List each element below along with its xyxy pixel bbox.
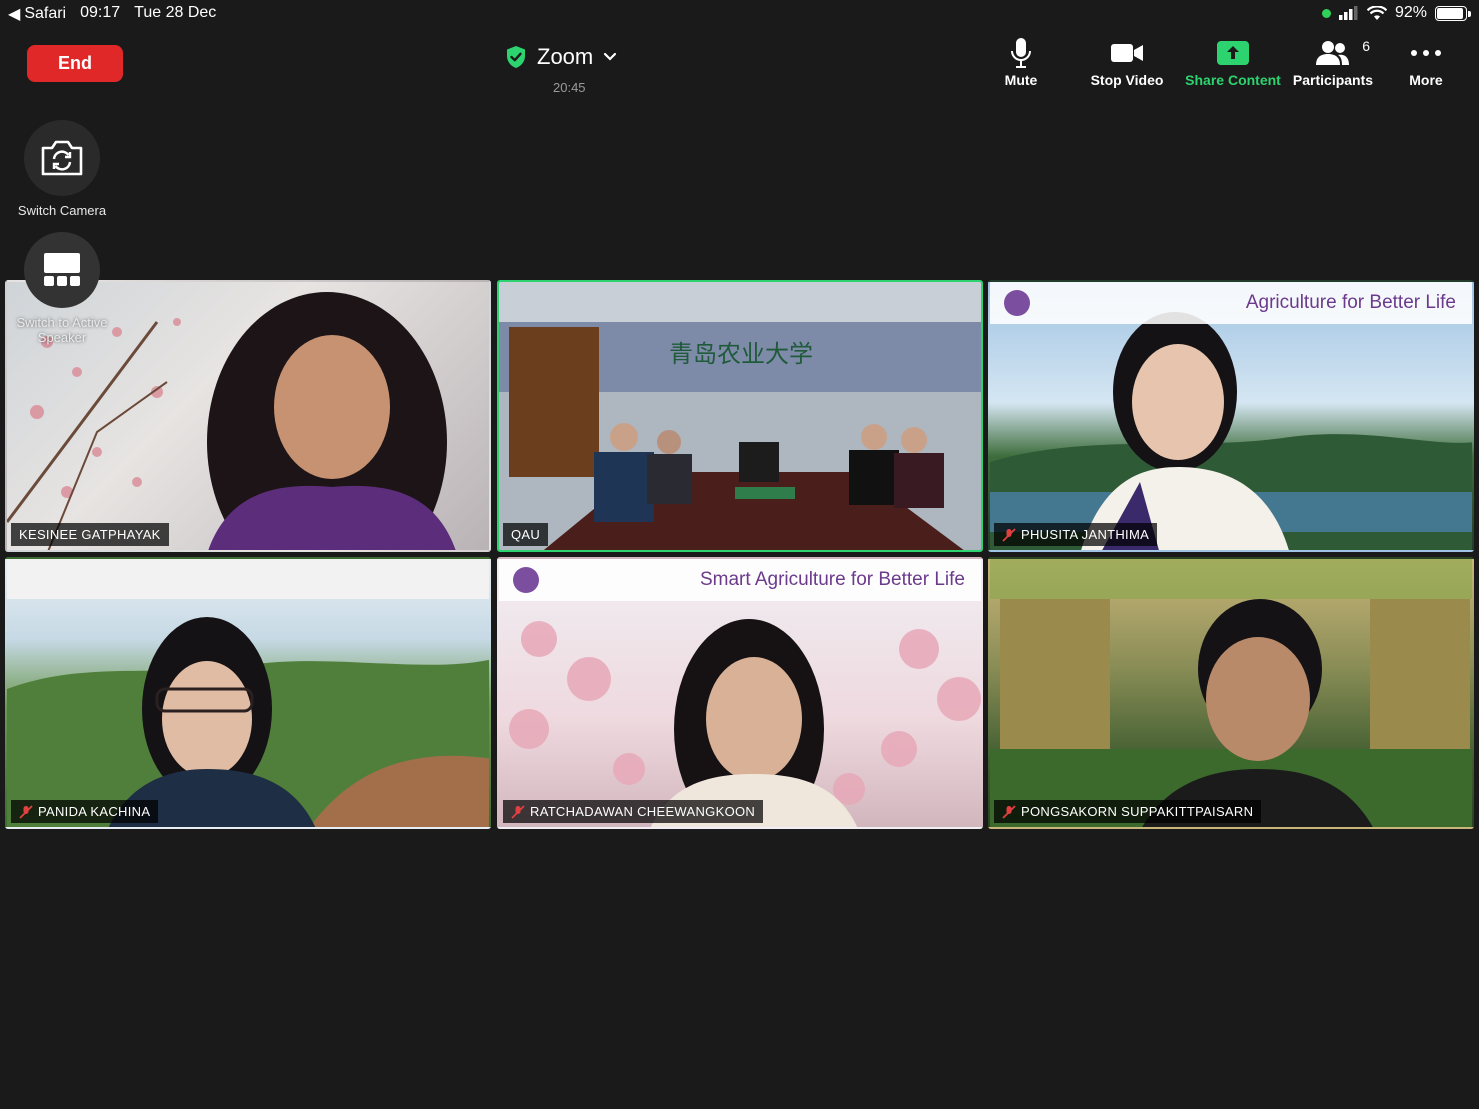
participants-icon: [1316, 41, 1349, 65]
participant-name-tag: QAU: [503, 523, 549, 546]
virtual-background-banner: Smart Agriculture for Better Life: [499, 559, 981, 601]
speaker-view-icon: [44, 253, 80, 286]
participant-name-tag: PHUSITA JANTHIMA: [994, 523, 1158, 546]
video-tile[interactable]: Smart Agriculture for Better Life RATCHA…: [497, 557, 983, 829]
meeting-info[interactable]: Zoom 20:45: [505, 44, 635, 95]
virtual-background-banner: Agriculture for Better Life: [990, 282, 1472, 324]
participant-name-tag: KESINEE GATPHAYAK: [11, 523, 169, 546]
stop-video-label: Stop Video: [1090, 72, 1164, 88]
switch-to-active-speaker-label: Switch to Active Speaker: [16, 315, 108, 345]
participant-name: QAU: [511, 527, 541, 542]
mute-button[interactable]: Mute: [990, 36, 1052, 88]
switch-camera-button[interactable]: [24, 120, 100, 196]
status-bar: ◀ Safari 09:17 Tue 28 Dec 92%: [0, 0, 1479, 26]
end-meeting-button[interactable]: End: [27, 45, 123, 82]
banner-slogan: Agriculture for Better Life: [1245, 292, 1456, 313]
share-content-label: Share Content: [1185, 72, 1281, 88]
wifi-icon: [1366, 5, 1387, 20]
stop-video-button[interactable]: Stop Video: [1084, 36, 1170, 88]
video-frame: 青岛农业大学: [499, 282, 981, 550]
more-label: More: [1409, 72, 1443, 88]
meeting-title: Zoom: [537, 44, 594, 69]
back-app-label: Safari: [24, 5, 67, 22]
shield-check-icon: [507, 46, 525, 68]
faculty-logo-icon: [1004, 290, 1030, 316]
video-tile[interactable]: PONGSAKORN SUPPAKITTPAISARN: [988, 557, 1474, 829]
video-tile-active-speaker[interactable]: 青岛农业大学 QAU: [497, 280, 983, 552]
status-time: 09:17: [80, 4, 121, 21]
video-tile[interactable]: PANIDA KACHINA: [5, 557, 491, 829]
microphone-icon: [1011, 38, 1031, 68]
banner-slogan: Smart Agriculture for Better Life: [699, 569, 965, 590]
share-content-button[interactable]: Share Content: [1180, 36, 1286, 88]
battery-percent: 92%: [1394, 4, 1427, 21]
mic-muted-icon: [511, 804, 525, 819]
participant-name: PONGSAKORN SUPPAKITTPAISARN: [1021, 804, 1254, 819]
video-frame: [990, 559, 1472, 827]
participants-button[interactable]: Participants 6: [1288, 36, 1378, 88]
share-upload-icon: [1217, 41, 1249, 65]
video-tile[interactable]: Agriculture for Better Life PHUSITA JANT…: [988, 280, 1474, 552]
more-dots-icon: [1411, 50, 1441, 56]
participants-count: 6: [1362, 38, 1370, 54]
status-date: Tue 28 Dec: [134, 4, 217, 21]
back-arrow-icon: ◀: [8, 6, 21, 23]
camera-in-use-indicator-icon: [1321, 8, 1331, 18]
participant-name: PHUSITA JANTHIMA: [1021, 527, 1150, 542]
mic-muted-icon: [19, 804, 33, 819]
back-to-app-link[interactable]: ◀ Safari: [8, 4, 66, 24]
more-button[interactable]: More: [1398, 36, 1454, 88]
video-camera-icon: [1111, 44, 1143, 62]
mic-muted-icon: [1002, 527, 1016, 542]
switch-camera-label: Switch Camera: [17, 203, 107, 218]
meeting-duration: 20:45: [553, 80, 586, 95]
participant-name-tag: PONGSAKORN SUPPAKITTPAISARN: [994, 800, 1262, 823]
participant-name: PANIDA KACHINA: [38, 804, 151, 819]
cellular-signal-icon: [1338, 6, 1358, 20]
participant-name-tag: PANIDA KACHINA: [11, 800, 159, 823]
battery-icon: [1435, 5, 1471, 21]
svg-text:青岛农业大学: 青岛农业大学: [669, 340, 813, 368]
faculty-logo-icon: [513, 567, 539, 593]
switch-to-active-speaker-button[interactable]: [24, 232, 100, 308]
chevron-down-icon[interactable]: [603, 52, 617, 62]
participants-label: Participants: [1292, 72, 1374, 88]
participant-name: RATCHADAWAN CHEEWANGKOON: [530, 804, 756, 819]
video-frame: [7, 559, 489, 827]
mic-muted-icon: [1002, 804, 1016, 819]
participant-name: KESINEE GATPHAYAK: [19, 527, 161, 542]
participant-name-tag: RATCHADAWAN CHEEWANGKOON: [503, 800, 764, 823]
mute-label: Mute: [1004, 72, 1038, 88]
camera-switch-icon: [41, 140, 83, 176]
